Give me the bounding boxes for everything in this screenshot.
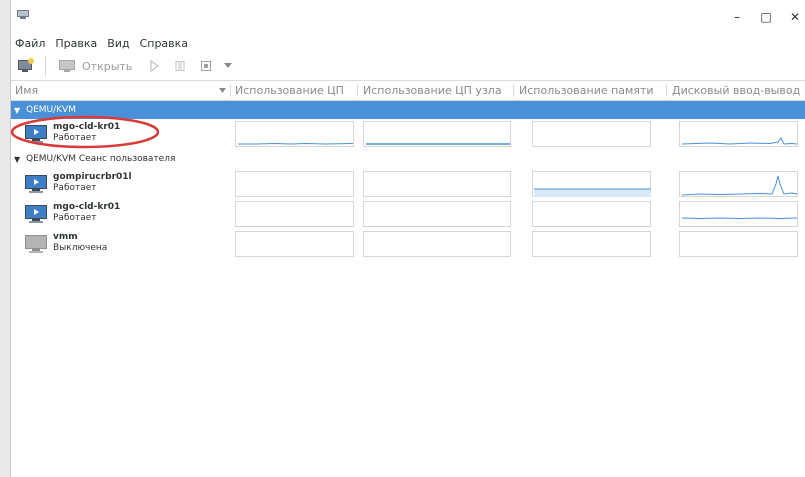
memory-usage-graph: [532, 231, 651, 257]
pause-icon: [175, 61, 185, 71]
host-cpu-usage-graph: [363, 171, 511, 197]
chevron-down-icon: [224, 63, 233, 68]
play-icon: [150, 60, 160, 72]
column-separator: [666, 84, 667, 97]
disk-io-graph: [679, 121, 798, 147]
cpu-usage-line: [238, 142, 354, 145]
open-button[interactable]: Открыть: [58, 55, 132, 77]
minimize-button[interactable]: –: [729, 9, 745, 25]
vm-running-icon: [25, 175, 47, 193]
host-cpu-usage-graph: [363, 121, 511, 147]
disk-io-line: [681, 137, 798, 145]
column-header-cpu[interactable]: Использование ЦП: [235, 84, 344, 97]
vm-name: vmm: [53, 232, 78, 242]
shutdown-menu-button[interactable]: [224, 55, 233, 77]
memory-usage-graph: [532, 171, 651, 197]
table-header: Имя Использование ЦП Использование ЦП уз…: [11, 81, 805, 101]
column-header-name[interactable]: Имя: [15, 84, 38, 97]
run-button[interactable]: [148, 55, 160, 77]
column-separator: [513, 84, 514, 97]
new-vm-icon: [18, 58, 34, 72]
disk-io-graph: [679, 171, 798, 197]
memory-usage-graph: [532, 201, 651, 227]
column-header-disk-io[interactable]: Дисковый ввод-вывод: [672, 84, 800, 97]
disk-io-line: [681, 217, 798, 220]
toolbar-separator: [45, 56, 46, 76]
host-cpu-usage-graph: [363, 201, 511, 227]
vm-state: Работает: [53, 213, 97, 223]
vm-row[interactable]: gompirucrbr01l Работает: [11, 169, 805, 199]
vm-state: Выключена: [53, 243, 108, 253]
stop-icon: [201, 61, 212, 71]
disk-io-line: [681, 175, 798, 196]
cpu-usage-graph: [235, 121, 354, 147]
disk-io-graph: [679, 231, 798, 257]
monitor-icon: [59, 60, 75, 72]
maximize-button[interactable]: □: [758, 9, 774, 25]
host-cpu-usage-graph: [363, 231, 511, 257]
menu-bar: Файл Правка Вид Справка: [11, 34, 805, 52]
menu-file[interactable]: Файл: [11, 37, 50, 50]
vm-state: Работает: [53, 183, 97, 193]
vm-row[interactable]: mgo-cld-kr01 Работает: [11, 199, 805, 229]
connection-row-qemu-kvm-session[interactable]: ▼ QEMU/KVM Сеанс пользователя: [11, 150, 805, 168]
column-separator: [230, 84, 231, 97]
shutdown-button[interactable]: [200, 55, 212, 77]
column-header-host-cpu[interactable]: Использование ЦП узла: [363, 84, 502, 97]
app-icon: [17, 10, 29, 19]
vm-name: mgo-cld-kr01: [53, 202, 121, 212]
memory-usage-fill: [534, 189, 651, 197]
annotation-ellipse: [10, 115, 160, 149]
new-vm-button[interactable]: [17, 55, 35, 77]
vm-running-icon: [25, 205, 47, 223]
cpu-usage-graph: [235, 201, 354, 227]
toolbar: Открыть: [11, 52, 805, 81]
column-header-memory[interactable]: Использование памяти: [519, 84, 654, 97]
vm-row[interactable]: vmm Выключена: [11, 229, 805, 259]
menu-help[interactable]: Справка: [135, 37, 193, 50]
expander-icon[interactable]: ▼: [14, 155, 22, 164]
menu-edit[interactable]: Правка: [50, 37, 102, 50]
close-button[interactable]: ✕: [787, 9, 803, 25]
column-separator: [357, 84, 358, 97]
open-button-label: Открыть: [82, 59, 133, 73]
virt-manager-window: – □ ✕ Файл Правка Вид Справка Открыть Им…: [10, 0, 805, 477]
memory-usage-graph: [532, 121, 651, 147]
cpu-usage-graph: [235, 171, 354, 197]
disk-io-graph: [679, 201, 798, 227]
sort-down-icon: [219, 88, 226, 93]
pause-button[interactable]: [174, 55, 186, 77]
menu-view[interactable]: Вид: [102, 37, 134, 50]
cpu-usage-graph: [235, 231, 354, 257]
connection-label: QEMU/KVM Сеанс пользователя: [26, 154, 176, 164]
title-bar[interactable]: – □ ✕: [11, 0, 805, 34]
vm-name: gompirucrbr01l: [53, 172, 132, 182]
vm-shutoff-icon: [25, 235, 47, 253]
